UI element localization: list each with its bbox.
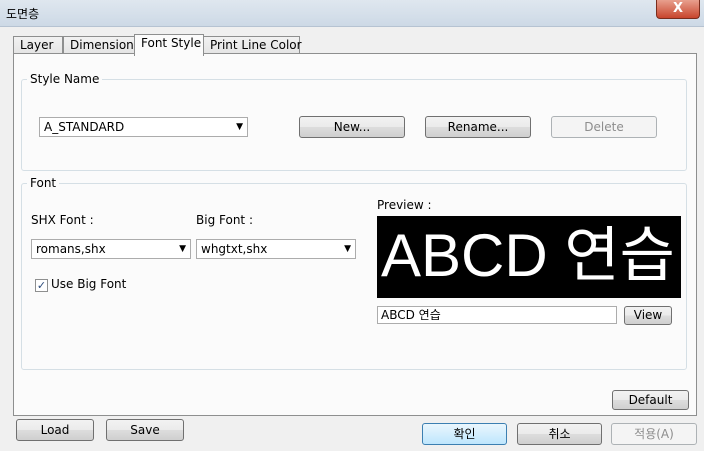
- chevron-down-icon: ▼: [179, 244, 186, 254]
- style-name-select[interactable]: A_STANDARD ▼: [39, 117, 248, 137]
- chevron-down-icon: ▼: [236, 122, 243, 132]
- close-icon: X: [672, 1, 684, 16]
- preview-label: Preview :: [377, 198, 432, 212]
- preview-text-input[interactable]: ABCD 연습: [377, 306, 617, 324]
- font-style-panel: Style Name A_STANDARD ▼ New... Rename...…: [13, 53, 697, 416]
- window-title: 도면층: [6, 7, 40, 21]
- cancel-button[interactable]: 취소: [517, 423, 602, 445]
- use-big-font-label: Use Big Font: [51, 277, 127, 291]
- chevron-down-icon: ▼: [344, 244, 351, 254]
- close-button[interactable]: X: [656, 0, 700, 19]
- new-style-button[interactable]: New...: [299, 116, 405, 138]
- big-font-select[interactable]: whgtxt,shx ▼: [196, 239, 356, 259]
- tab-font-style[interactable]: Font Style: [134, 34, 204, 56]
- load-button[interactable]: Load: [16, 419, 94, 441]
- save-button[interactable]: Save: [106, 419, 184, 441]
- shx-font-select[interactable]: romans,shx ▼: [31, 239, 191, 259]
- big-font-label: Big Font :: [196, 213, 253, 227]
- font-legend: Font: [30, 176, 57, 190]
- style-name-value: A_STANDARD: [44, 120, 125, 134]
- font-preview: ABCD 연습: [377, 216, 681, 298]
- big-font-value: whgtxt,shx: [201, 242, 268, 256]
- shx-font-label: SHX Font :: [31, 213, 94, 227]
- default-button[interactable]: Default: [612, 390, 689, 410]
- ok-button[interactable]: 확인: [422, 423, 507, 445]
- delete-style-button[interactable]: Delete: [551, 116, 657, 138]
- title-bar: 도면층 X: [0, 0, 704, 27]
- use-big-font-checkbox[interactable]: ✓: [35, 279, 48, 292]
- checkmark-icon: ✓: [36, 279, 47, 292]
- style-name-legend: Style Name: [30, 72, 100, 86]
- apply-button[interactable]: 적용(A): [611, 423, 697, 445]
- rename-style-button[interactable]: Rename...: [425, 116, 531, 138]
- view-button[interactable]: View: [624, 306, 672, 325]
- shx-font-value: romans,shx: [36, 242, 106, 256]
